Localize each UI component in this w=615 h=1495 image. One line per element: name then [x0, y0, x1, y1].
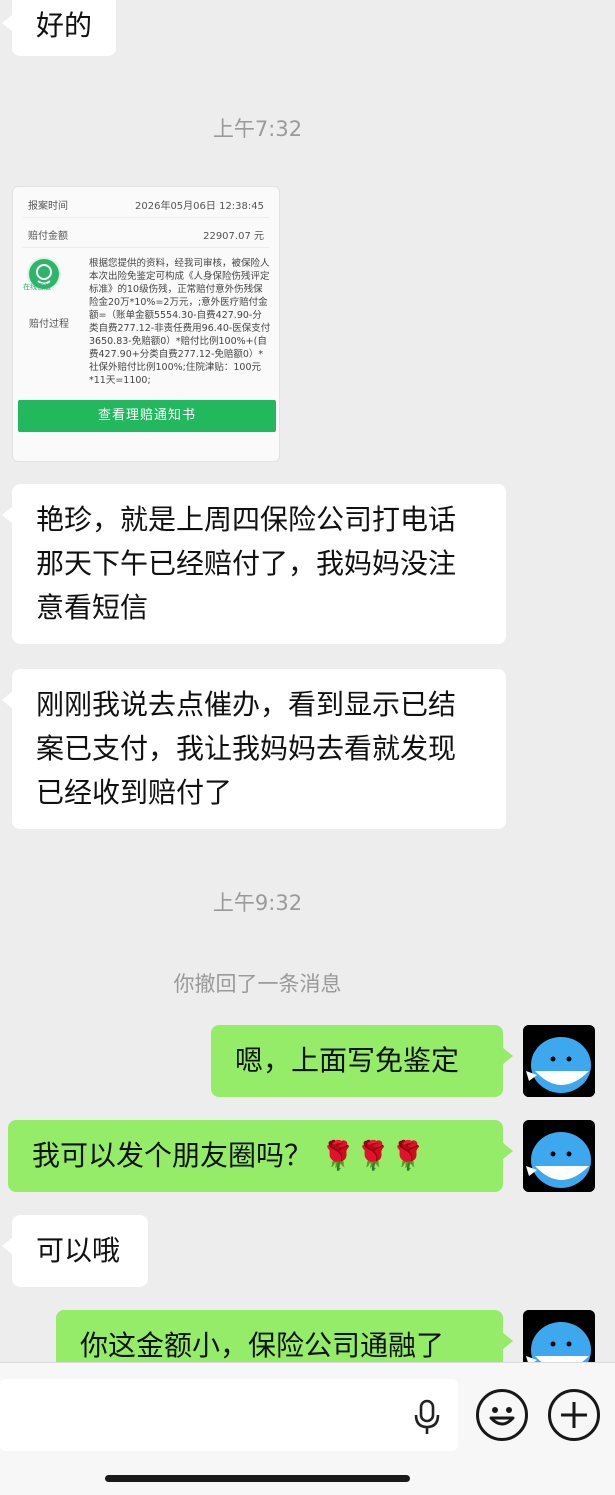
whale-avatar-icon	[523, 1025, 595, 1097]
message-text: 你这金额小，保险公司通融了	[80, 1329, 445, 1362]
whale-avatar-icon	[523, 1120, 595, 1192]
process-text: 根据您提供的资料，经我司审核，被保险人本次出险免鉴定可构成《人身保险伤残评定标准…	[89, 258, 271, 386]
plus-icon[interactable]	[548, 1389, 600, 1441]
microphone-icon[interactable]	[409, 1397, 445, 1437]
message-text: 我可以发个朋友圈吗？	[32, 1139, 313, 1172]
incoming-message[interactable]: 艳珍，就是上周四保险公司打电话那天下午已经赔付了，我妈妈没注意看短信	[2, 484, 506, 644]
outgoing-message[interactable]: 嗯，上面写免鉴定	[211, 1025, 513, 1097]
whale-avatar-icon	[523, 1310, 595, 1362]
process-label: 赔付过程	[29, 319, 69, 330]
amount-value: 22907.07 元	[203, 231, 264, 242]
divider	[23, 247, 269, 248]
amount-label: 赔付金额	[28, 231, 68, 242]
divider	[23, 217, 269, 218]
message-text: 好的	[36, 9, 93, 42]
timestamp: 上午9:32	[212, 891, 303, 915]
message-text: 刚刚我说去点催办，看到显示已结案已支付，我让我妈妈去看就发现已经收到赔付了	[36, 688, 457, 809]
incoming-message[interactable]: 可以哦	[2, 1215, 148, 1287]
chat-area[interactable]: 好的 上午7:32 报案时间 2026年05月06日 12:38:45 赔付金额…	[0, 0, 615, 1362]
claim-screenshot-image[interactable]: 报案时间 2026年05月06日 12:38:45 赔付金额 22907.07 …	[12, 186, 280, 462]
outgoing-message[interactable]: 你这金额小，保险公司通融了	[56, 1310, 513, 1362]
smiley-icon[interactable]	[476, 1389, 528, 1441]
rose-emoji: 🌹🌹🌹	[320, 1139, 426, 1172]
amount-row: 赔付金额 22907.07 元	[28, 227, 264, 242]
message-text: 艳珍，就是上周四保险公司打电话那天下午已经赔付了，我妈妈没注意看短信	[36, 503, 457, 624]
report-time-label: 报案时间	[28, 201, 68, 212]
avatar[interactable]	[523, 1310, 595, 1362]
message-text: 嗯，上面写免鉴定	[235, 1044, 460, 1077]
outgoing-message[interactable]: 我可以发个朋友圈吗？ 🌹🌹🌹	[8, 1120, 513, 1192]
avatar[interactable]	[523, 1120, 595, 1192]
recall-notice: 你撤回了一条消息	[173, 972, 342, 996]
message-input[interactable]	[0, 1379, 458, 1451]
incoming-message[interactable]: 好的	[1, 0, 117, 56]
incoming-message[interactable]: 刚刚我说去点催办，看到显示已结案已支付，我让我妈妈去看就发现已经收到赔付了	[2, 669, 506, 829]
report-time-value: 2026年05月06日 12:38:45	[135, 201, 264, 212]
message-text: 可以哦	[36, 1234, 121, 1267]
badge-label: 在线客服	[23, 283, 51, 291]
view-claim-notice-button[interactable]: 查看理赔通知书	[18, 400, 276, 432]
avatar[interactable]	[523, 1025, 595, 1097]
report-time-row: 报案时间 2026年05月06日 12:38:45	[28, 197, 264, 212]
home-indicator[interactable]	[105, 1475, 410, 1482]
timestamp: 上午7:32	[212, 117, 303, 141]
